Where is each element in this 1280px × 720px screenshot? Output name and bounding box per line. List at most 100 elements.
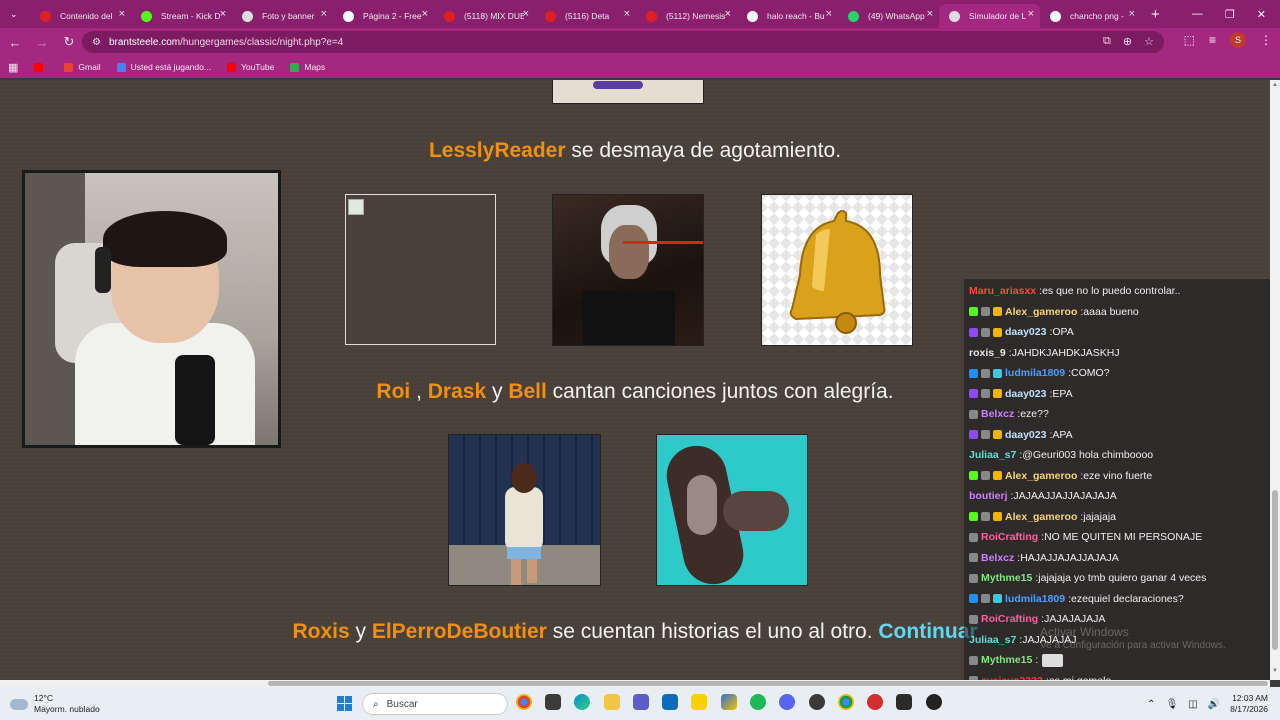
chat-username[interactable]: Alex_gameroo: [1005, 306, 1077, 318]
site-info-icon[interactable]: ⚙: [92, 37, 101, 48]
obs-icon[interactable]: [926, 694, 942, 710]
browser-tab[interactable]: (5112) Nemesis ×: [636, 4, 737, 28]
hscroll-thumb[interactable]: [268, 681, 1268, 686]
browser-tab[interactable]: (5118) MIX DUE ×: [434, 4, 535, 28]
chrome-icon[interactable]: [516, 694, 532, 710]
bookmark-item[interactable]: [34, 62, 48, 72]
chat-username[interactable]: ludmila1809: [1005, 367, 1065, 379]
chat-username[interactable]: Alex_gameroo: [1005, 511, 1077, 523]
chat-username[interactable]: Belxcz: [981, 408, 1014, 420]
browser-tab[interactable]: chancho png - ×: [1040, 4, 1141, 28]
volume-icon[interactable]: 🔊: [1208, 699, 1220, 710]
chrome-profile-icon[interactable]: [838, 694, 854, 710]
extensions-icon[interactable]: ⬚: [1184, 33, 1195, 47]
tab-close-icon[interactable]: ×: [725, 8, 731, 20]
bookmark-item[interactable]: YouTube: [226, 62, 274, 72]
security-shield-icon[interactable]: [721, 694, 737, 710]
back-arrow-icon[interactable]: ←: [3, 35, 27, 50]
chat-username[interactable]: Mythme15: [981, 572, 1032, 584]
chat-message: daay023: EPA: [964, 384, 1270, 405]
profile-avatar[interactable]: S: [1230, 32, 1246, 48]
taskbar-search-box[interactable]: ⌕ Buscar: [362, 693, 508, 715]
translate-icon[interactable]: ⧉: [1103, 35, 1111, 48]
scroll-down-icon[interactable]: ▼: [1272, 668, 1278, 674]
teams-icon[interactable]: [633, 694, 649, 710]
windows-start-icon[interactable]: [337, 696, 352, 711]
app-red-icon[interactable]: [867, 694, 883, 710]
browser-tab[interactable]: (49) WhatsApp ×: [838, 4, 939, 28]
chat-username[interactable]: Belxcz: [981, 552, 1014, 564]
microphone-icon[interactable]: 🎙: [1166, 699, 1179, 710]
chat-username[interactable]: boutierj: [969, 490, 1008, 502]
zoom-icon[interactable]: ⊕: [1123, 35, 1132, 48]
tab-close-icon[interactable]: ×: [1028, 8, 1034, 20]
system-tray: ⌃ 🎙 ◫ 🔊 12:03 AM 8/17/2026: [1147, 693, 1268, 715]
tab-close-icon[interactable]: ×: [927, 8, 933, 20]
reload-icon[interactable]: ↻: [57, 34, 81, 50]
chat-username[interactable]: daay023: [1005, 326, 1046, 338]
chat-username[interactable]: daay023: [1005, 429, 1046, 441]
weather-widget[interactable]: 12°C Mayorm. nublado: [10, 693, 100, 715]
close-window-icon[interactable]: ✕: [1257, 8, 1266, 21]
chat-username[interactable]: Maru_ariasxx: [969, 285, 1036, 297]
chat-username[interactable]: daay023: [1005, 388, 1046, 400]
outlook-icon[interactable]: [662, 694, 678, 710]
browser-tab[interactable]: Página 2 - Free ×: [333, 4, 434, 28]
menu-kebab-icon[interactable]: ⋮: [1260, 33, 1272, 47]
file-manager-icon[interactable]: [545, 694, 561, 710]
browser-tab[interactable]: Simulador de L ×: [939, 4, 1040, 28]
tab-close-icon[interactable]: ×: [826, 8, 832, 20]
tab-search-icon[interactable]: ⌄: [10, 9, 22, 20]
clock[interactable]: 12:03 AM 8/17/2026: [1230, 693, 1268, 715]
tab-favicon-icon: [545, 11, 556, 22]
chat-username[interactable]: Juliaa_s7: [969, 634, 1016, 646]
chat-username[interactable]: Juliaa_s7: [969, 449, 1016, 461]
tab-close-icon[interactable]: ×: [422, 8, 428, 20]
chat-username[interactable]: Alex_gameroo: [1005, 470, 1077, 482]
browser-tab[interactable]: Stream - Kick D ×: [131, 4, 232, 28]
bookmark-star-icon[interactable]: ☆: [1144, 35, 1154, 48]
chat-username[interactable]: roxis_9: [969, 347, 1006, 359]
tab-close-icon[interactable]: ×: [624, 8, 630, 20]
tab-close-icon[interactable]: ×: [321, 8, 327, 20]
browser-tab[interactable]: Foto y banner ×: [232, 4, 333, 28]
bookmark-item[interactable]: Usted está jugando...: [116, 62, 211, 72]
browser-tab[interactable]: (5116) Deta ×: [535, 4, 636, 28]
address-bar[interactable]: ⚙ brantsteele.com/hungergames/classic/ni…: [82, 31, 1164, 53]
tray-chevron-icon[interactable]: ⌃: [1147, 699, 1155, 710]
network-icon[interactable]: ◫: [1188, 699, 1197, 710]
spotify-icon[interactable]: [750, 694, 766, 710]
maximize-icon[interactable]: ❐: [1225, 8, 1235, 21]
url-text[interactable]: brantsteele.com/hungergames/classic/nigh…: [109, 37, 343, 48]
tab-close-icon[interactable]: ×: [119, 8, 125, 20]
horizontal-scrollbar[interactable]: [0, 680, 1270, 687]
vertical-scrollbar[interactable]: ▲ ▼: [1270, 80, 1280, 680]
chat-username[interactable]: RoiCrafting: [981, 531, 1038, 543]
chat-username[interactable]: Mythme15: [981, 654, 1032, 666]
browser-tab[interactable]: Contenido del ×: [30, 4, 131, 28]
tab-close-icon[interactable]: ×: [220, 8, 226, 20]
tab-close-icon[interactable]: ×: [523, 8, 529, 20]
scroll-thumb[interactable]: [1272, 490, 1278, 650]
notes-icon[interactable]: [691, 694, 707, 710]
browser-tab[interactable]: halo reach - Bu ×: [737, 4, 838, 28]
scroll-up-icon[interactable]: ▲: [1272, 82, 1278, 88]
apps-grid-icon[interactable]: ▦: [8, 61, 18, 74]
chat-username[interactable]: ludmila1809: [1005, 593, 1065, 605]
continue-link[interactable]: Continuar: [878, 620, 977, 643]
edge-icon[interactable]: [574, 694, 590, 710]
forward-arrow-icon[interactable]: →: [30, 35, 54, 50]
bookmark-label: Maps: [304, 62, 326, 72]
minimize-icon[interactable]: —: [1192, 8, 1203, 20]
discord-icon[interactable]: [779, 694, 795, 710]
tab-close-icon[interactable]: ×: [1129, 8, 1135, 20]
xbox-icon[interactable]: [809, 694, 825, 710]
bookmark-item[interactable]: Maps: [290, 62, 325, 72]
bookmark-item[interactable]: Gmail: [64, 62, 101, 72]
folder-icon[interactable]: [604, 694, 620, 710]
epic-games-icon[interactable]: [896, 694, 912, 710]
chat-username[interactable]: RoiCrafting: [981, 613, 1038, 625]
chat-message: Alex_gameroo: aaaa bueno: [964, 302, 1270, 323]
media-controls-icon[interactable]: ≡: [1209, 33, 1216, 47]
new-tab-button[interactable]: +: [1151, 6, 1160, 23]
